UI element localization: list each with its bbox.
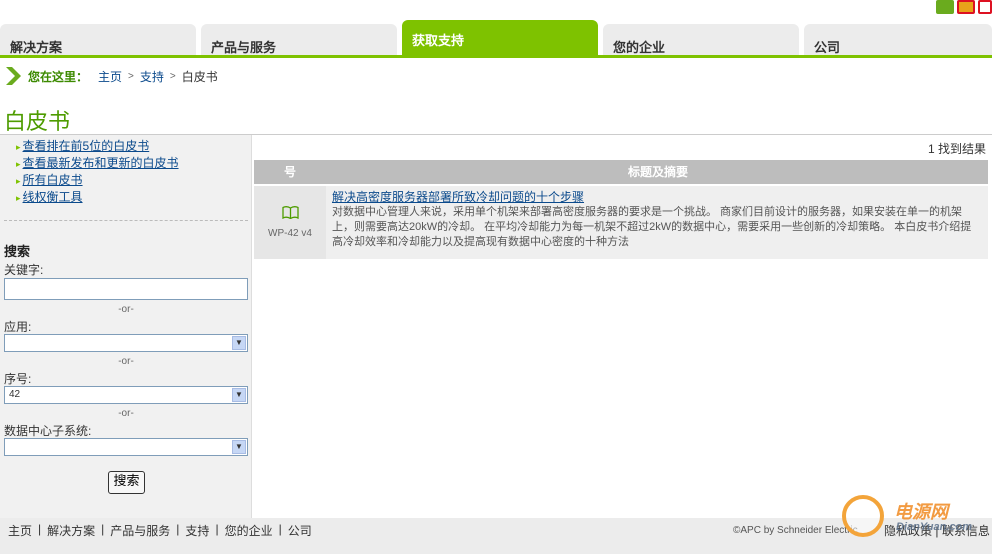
main-nav: 解决方案 产品与服务 获取支持 您的企业 公司 (0, 20, 992, 58)
whitepaper-summary: 对数据中心管理人来说，采用单个机架来部署高密度服务器的要求是一个挑战。 商家们目… (332, 206, 972, 248)
or-divider: -or- (118, 356, 134, 367)
plug-icon (842, 495, 884, 537)
tab-products-services[interactable]: 产品与服务 (201, 24, 397, 55)
search-button[interactable]: 搜索 (108, 471, 145, 494)
chevron-down-icon[interactable]: ▼ (232, 440, 246, 454)
search-heading: 搜索 (4, 244, 31, 259)
application-select[interactable]: ▼ (4, 334, 248, 352)
all-whitepapers-link[interactable]: 所有白皮书 (23, 173, 83, 187)
watermark-subtext: DianYuan.com (896, 521, 972, 533)
footer-link-home[interactable]: 主页 (8, 522, 38, 539)
result-count: 1 找到结果 (927, 142, 986, 156)
number-label: 序号: (4, 372, 32, 386)
social-icons (936, 0, 992, 14)
breadcrumb-current: 白皮书 (181, 69, 218, 84)
book-icon[interactable] (282, 206, 299, 219)
keyword-input[interactable] (4, 278, 248, 300)
chevron-down-icon[interactable]: ▼ (232, 336, 246, 350)
breadcrumb-separator: > (169, 70, 176, 82)
sidebar-item: 查看排在前5位的白皮书 (16, 138, 251, 155)
sidebar-item: 线权衡工具 (16, 189, 251, 206)
footer-link-solutions[interactable]: 解决方案 (41, 522, 101, 539)
latest-whitepapers-link[interactable]: 查看最新发布和更新的白皮书 (23, 156, 179, 170)
whitepaper-title-link[interactable]: 解决高密度服务器部署所致冷却问题的十个步骤 (332, 190, 982, 205)
tradeoff-tools-link[interactable]: 线权衡工具 (23, 190, 83, 204)
column-header-number: 号 (283, 165, 296, 179)
top5-whitepapers-link[interactable]: 查看排在前5位的白皮书 (23, 139, 150, 153)
wechat-icon[interactable] (936, 0, 954, 14)
page: 解决方案 产品与服务 获取支持 您的企业 公司 您在这里： 主页 > 支持 > … (0, 0, 992, 554)
row-number-cell: WP-42 v4 (254, 186, 326, 259)
sidebar: 查看排在前5位的白皮书 查看最新发布和更新的白皮书 所有白皮书 线权衡工具 搜索… (0, 135, 252, 519)
copyright: ©APC by Schneider Electric (733, 525, 858, 536)
breadcrumb-home[interactable]: 主页 (98, 68, 122, 85)
tab-solutions[interactable]: 解决方案 (0, 24, 196, 55)
tab-support[interactable]: 获取支持 (402, 20, 598, 55)
number-select-value: 42 (9, 389, 21, 400)
footer-link-support[interactable]: 支持 (179, 522, 215, 539)
number-select[interactable]: 42 ▼ (4, 386, 248, 404)
chevron-right-icon (6, 67, 21, 85)
sidebar-item: 所有白皮书 (16, 172, 251, 189)
or-divider: -or- (118, 304, 134, 315)
table-row: WP-42 v4 解决高密度服务器部署所致冷却问题的十个步骤 对数据中心管理人来… (254, 186, 988, 259)
breadcrumb: 您在这里： 主页 > 支持 > 白皮书 (4, 66, 218, 86)
column-header-title: 标题及摘要 (627, 165, 688, 179)
chevron-down-icon[interactable]: ▼ (232, 388, 246, 402)
breadcrumb-separator: > (128, 70, 134, 82)
weibo-icon[interactable] (978, 0, 992, 14)
sidebar-item: 查看最新发布和更新的白皮书 (16, 155, 251, 172)
tab-your-business[interactable]: 您的企业 (603, 24, 799, 55)
row-body: 解决高密度服务器部署所致冷却问题的十个步骤 对数据中心管理人来说，采用单个机架来… (332, 190, 982, 250)
page-title: 白皮书 (4, 110, 71, 135)
footer-link-company[interactable]: 公司 (282, 522, 318, 539)
or-divider: -or- (118, 408, 134, 419)
share-icon[interactable] (957, 0, 975, 14)
keyword-label: 关键字: (4, 263, 44, 277)
footer-link-business[interactable]: 您的企业 (219, 522, 279, 539)
sidebar-divider (4, 220, 248, 221)
application-label: 应用: (4, 320, 32, 334)
subsystem-select[interactable]: ▼ (4, 438, 248, 456)
breadcrumb-support[interactable]: 支持 (140, 68, 164, 85)
watermark: 电源网 DianYuan.com (842, 493, 992, 543)
sidebar-links: 查看排在前5位的白皮书 查看最新发布和更新的白皮书 所有白皮书 线权衡工具 (0, 135, 251, 206)
results-table-header: 号 标题及摘要 (254, 160, 988, 184)
footer-link-products[interactable]: 产品与服务 (104, 522, 176, 539)
tab-company[interactable]: 公司 (804, 24, 992, 55)
whitepaper-id: WP-42 v4 (268, 228, 312, 239)
subsystem-label: 数据中心子系统: (4, 424, 92, 438)
footer-links: 主页 | 解决方案 | 产品与服务 | 支持 | 您的企业 | 公司 (8, 522, 318, 539)
breadcrumb-label: 您在这里： (28, 69, 89, 84)
